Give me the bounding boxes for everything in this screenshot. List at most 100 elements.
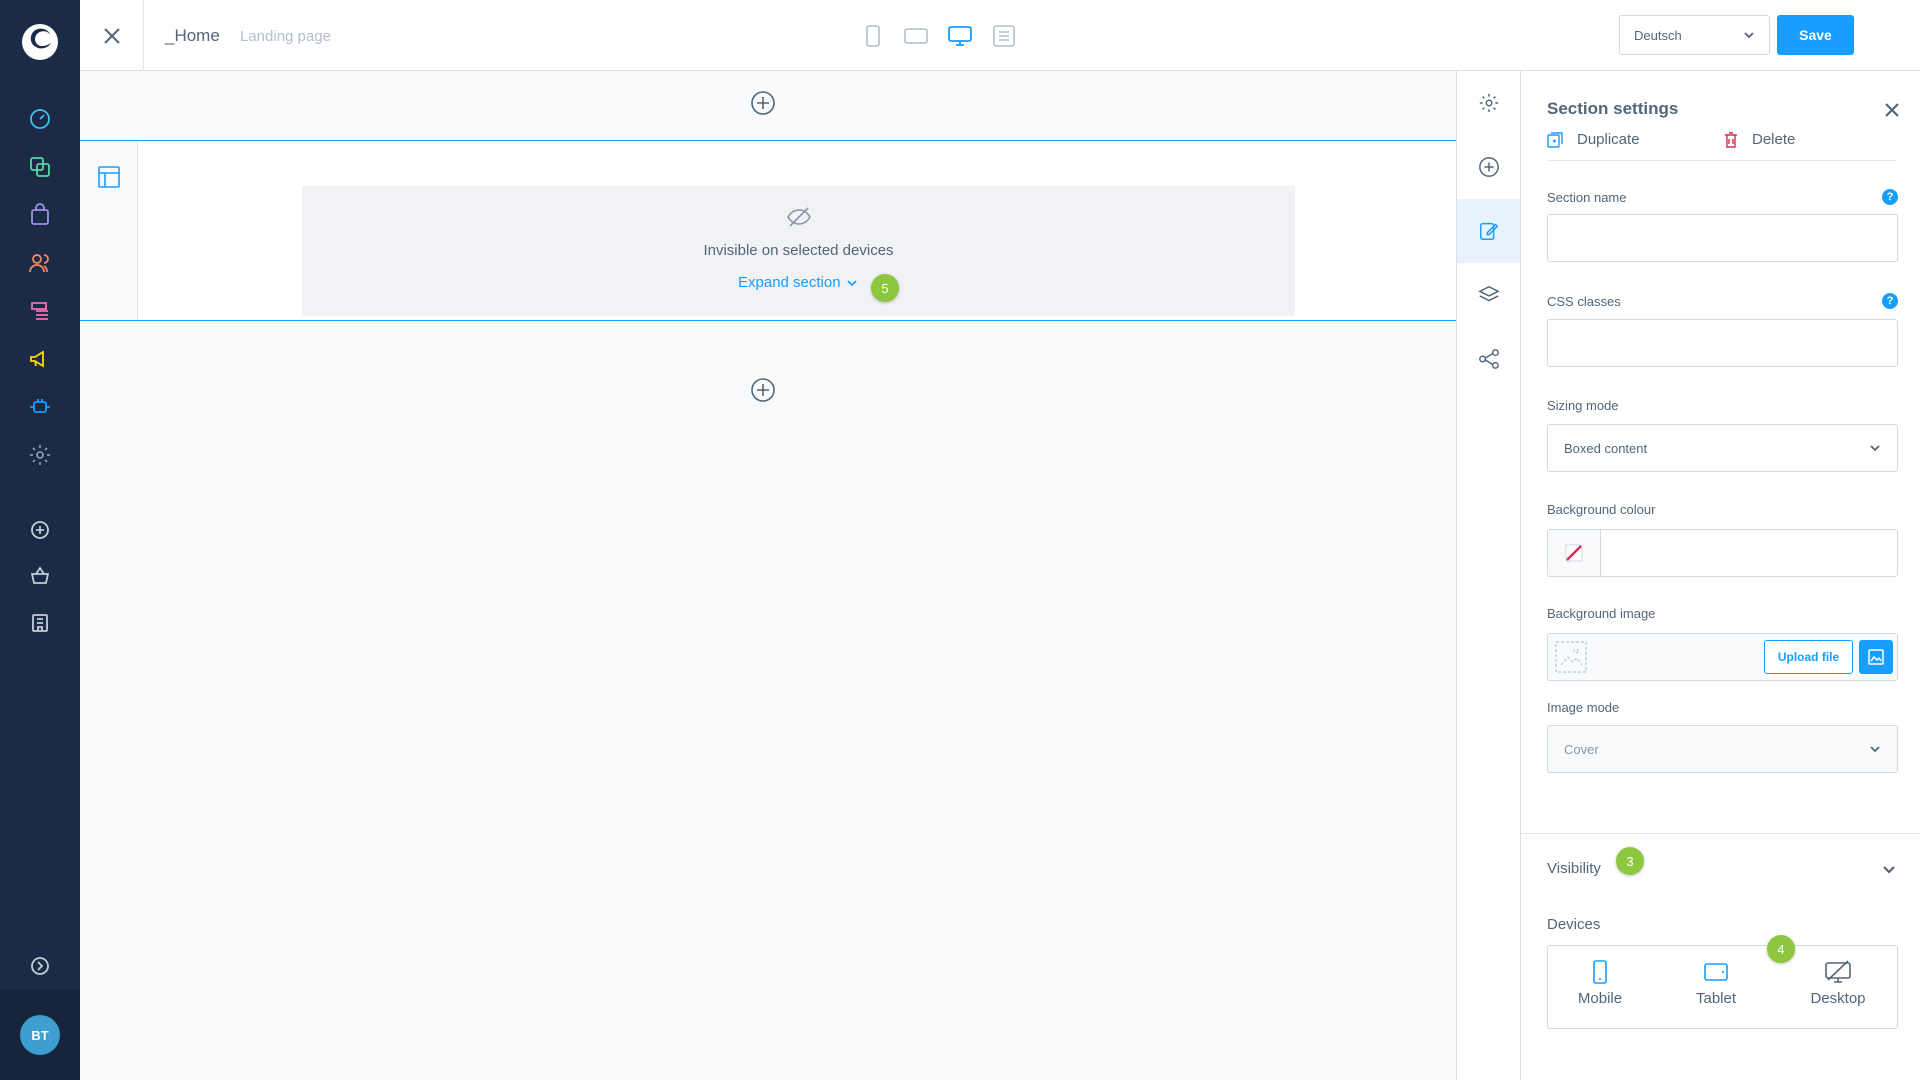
sizing-mode-select[interactable]: Boxed content: [1547, 424, 1898, 472]
device-desktop-toggle[interactable]: Desktop: [1798, 960, 1878, 1007]
visibility-label: Visibility: [1547, 860, 1601, 877]
tablet-icon: [904, 28, 928, 44]
bg-colour-label: Background colour: [1547, 502, 1656, 517]
close-editor-button[interactable]: [80, 0, 144, 71]
shopware-logo-icon[interactable]: [20, 22, 60, 62]
media-library-button[interactable]: [1859, 640, 1893, 674]
basket-icon[interactable]: [28, 564, 52, 588]
share-icon: [1478, 349, 1499, 369]
tool-layers[interactable]: [1457, 263, 1520, 327]
section-name-input[interactable]: [1547, 214, 1898, 262]
css-classes-input[interactable]: [1547, 319, 1898, 367]
background-colour-field[interactable]: [1547, 529, 1898, 577]
help-icon[interactable]: ?: [1882, 189, 1898, 205]
delete-button[interactable]: Delete: [1724, 131, 1795, 148]
hidden-section-placeholder: Invisible on selected devices Expand sec…: [302, 186, 1295, 316]
step-marker: 3: [1616, 847, 1644, 875]
content-icon[interactable]: [28, 299, 52, 323]
bg-image-label: Background image: [1547, 606, 1656, 621]
sidebar-toolbar: [1456, 71, 1521, 1080]
dashboard-icon[interactable]: [28, 107, 52, 131]
chevron-down-icon: [1870, 445, 1880, 452]
add-block-icon: [1478, 157, 1499, 177]
section[interactable]: Invisible on selected devices Expand sec…: [80, 140, 1456, 321]
sizing-mode-label: Sizing mode: [1547, 398, 1619, 413]
add-section-above-icon[interactable]: [750, 90, 776, 116]
viewport-desktop-button[interactable]: [946, 22, 974, 50]
add-section-below-icon[interactable]: [750, 377, 776, 403]
extensions-icon[interactable]: [28, 395, 52, 419]
hidden-section-text: Invisible on selected devices: [703, 242, 894, 259]
device-mobile-toggle[interactable]: Mobile: [1560, 960, 1640, 1007]
duplicate-label: Duplicate: [1577, 131, 1640, 148]
chevron-down-icon: [1870, 746, 1880, 753]
help-icon[interactable]: ?: [1882, 293, 1898, 309]
viewport-mobile-button[interactable]: [859, 22, 887, 50]
panel-title: Section settings: [1547, 99, 1679, 118]
chevron-down-icon[interactable]: [1881, 861, 1897, 877]
viewport-tablet-button[interactable]: [902, 22, 930, 50]
upload-file-button[interactable]: Upload file: [1764, 640, 1853, 674]
panel-close-button[interactable]: [1883, 101, 1901, 119]
page-type-label: Landing page: [240, 28, 331, 45]
tool-settings[interactable]: [1457, 71, 1520, 135]
chevron-down-icon: [1744, 32, 1754, 39]
delete-label: Delete: [1752, 131, 1796, 148]
duplicate-button[interactable]: Duplicate: [1547, 131, 1640, 148]
device-visibility-toggles: Mobile Tablet Desktop: [1547, 945, 1898, 1029]
step-marker: 4: [1767, 935, 1795, 963]
close-icon: [103, 27, 120, 44]
device-tablet-label: Tablet: [1695, 990, 1737, 1007]
tool-share[interactable]: [1457, 327, 1520, 391]
devices-label: Devices: [1547, 916, 1601, 933]
tool-add-block[interactable]: [1457, 135, 1520, 199]
avatar[interactable]: BT: [20, 1015, 60, 1055]
desktop-off-icon: [1825, 960, 1851, 983]
add-icon[interactable]: [28, 518, 52, 542]
store-icon[interactable]: [28, 611, 52, 635]
eye-off-icon: [786, 206, 812, 228]
device-desktop-label: Desktop: [1810, 990, 1866, 1007]
desktop-icon: [948, 26, 972, 46]
sizing-mode-value: Boxed content: [1564, 440, 1648, 456]
tool-edit-section[interactable]: [1457, 199, 1520, 263]
mobile-icon: [1593, 960, 1607, 984]
language-value: Deutsch: [1634, 27, 1682, 43]
edit-section-icon: [1479, 222, 1498, 240]
settings-icon[interactable]: [28, 443, 52, 467]
tablet-icon: [1704, 963, 1728, 981]
image-mode-value: Cover: [1564, 741, 1599, 757]
css-classes-label: CSS classes: [1547, 294, 1621, 309]
duplicate-icon: [1547, 131, 1563, 148]
trash-icon: [1725, 131, 1737, 148]
main-navigation: BT: [0, 0, 80, 1080]
image-icon: [1868, 649, 1884, 665]
visibility-section-header[interactable]: Visibility: [1521, 833, 1920, 901]
device-tablet-toggle[interactable]: Tablet: [1676, 960, 1756, 1007]
layers-icon: [1477, 285, 1500, 302]
viewport-list-button[interactable]: [990, 22, 1018, 50]
expand-section-link[interactable]: Expand section: [738, 274, 857, 291]
language-select[interactable]: Deutsch: [1619, 15, 1770, 55]
page-canvas: Invisible on selected devices Expand sec…: [80, 71, 1456, 1080]
settings-icon: [1479, 93, 1498, 113]
marketing-icon[interactable]: [28, 347, 52, 371]
image-mode-label: Image mode: [1547, 700, 1620, 715]
save-button[interactable]: Save: [1777, 15, 1854, 55]
expand-section-label: Expand section: [738, 274, 841, 291]
page-title: _Home: [165, 26, 220, 45]
no-colour-icon[interactable]: [1548, 530, 1601, 576]
editor-topbar: _Home Landing page Deutsch Save: [80, 0, 1920, 71]
customers-icon[interactable]: [28, 251, 52, 275]
catalogues-icon[interactable]: [28, 155, 52, 179]
section-settings-panel: Section settings Duplicate Delete Sectio…: [1521, 71, 1920, 1080]
image-placeholder-icon: [1554, 640, 1588, 674]
section-sidebar: [80, 141, 138, 320]
background-image-field: Upload file: [1547, 633, 1898, 681]
expand-icon[interactable]: [28, 954, 52, 978]
image-mode-select[interactable]: Cover: [1547, 725, 1898, 773]
section-actions: Duplicate Delete: [1547, 121, 1896, 161]
section-layout-icon[interactable]: [98, 166, 120, 188]
mobile-icon: [866, 25, 880, 47]
orders-icon[interactable]: [28, 203, 52, 227]
